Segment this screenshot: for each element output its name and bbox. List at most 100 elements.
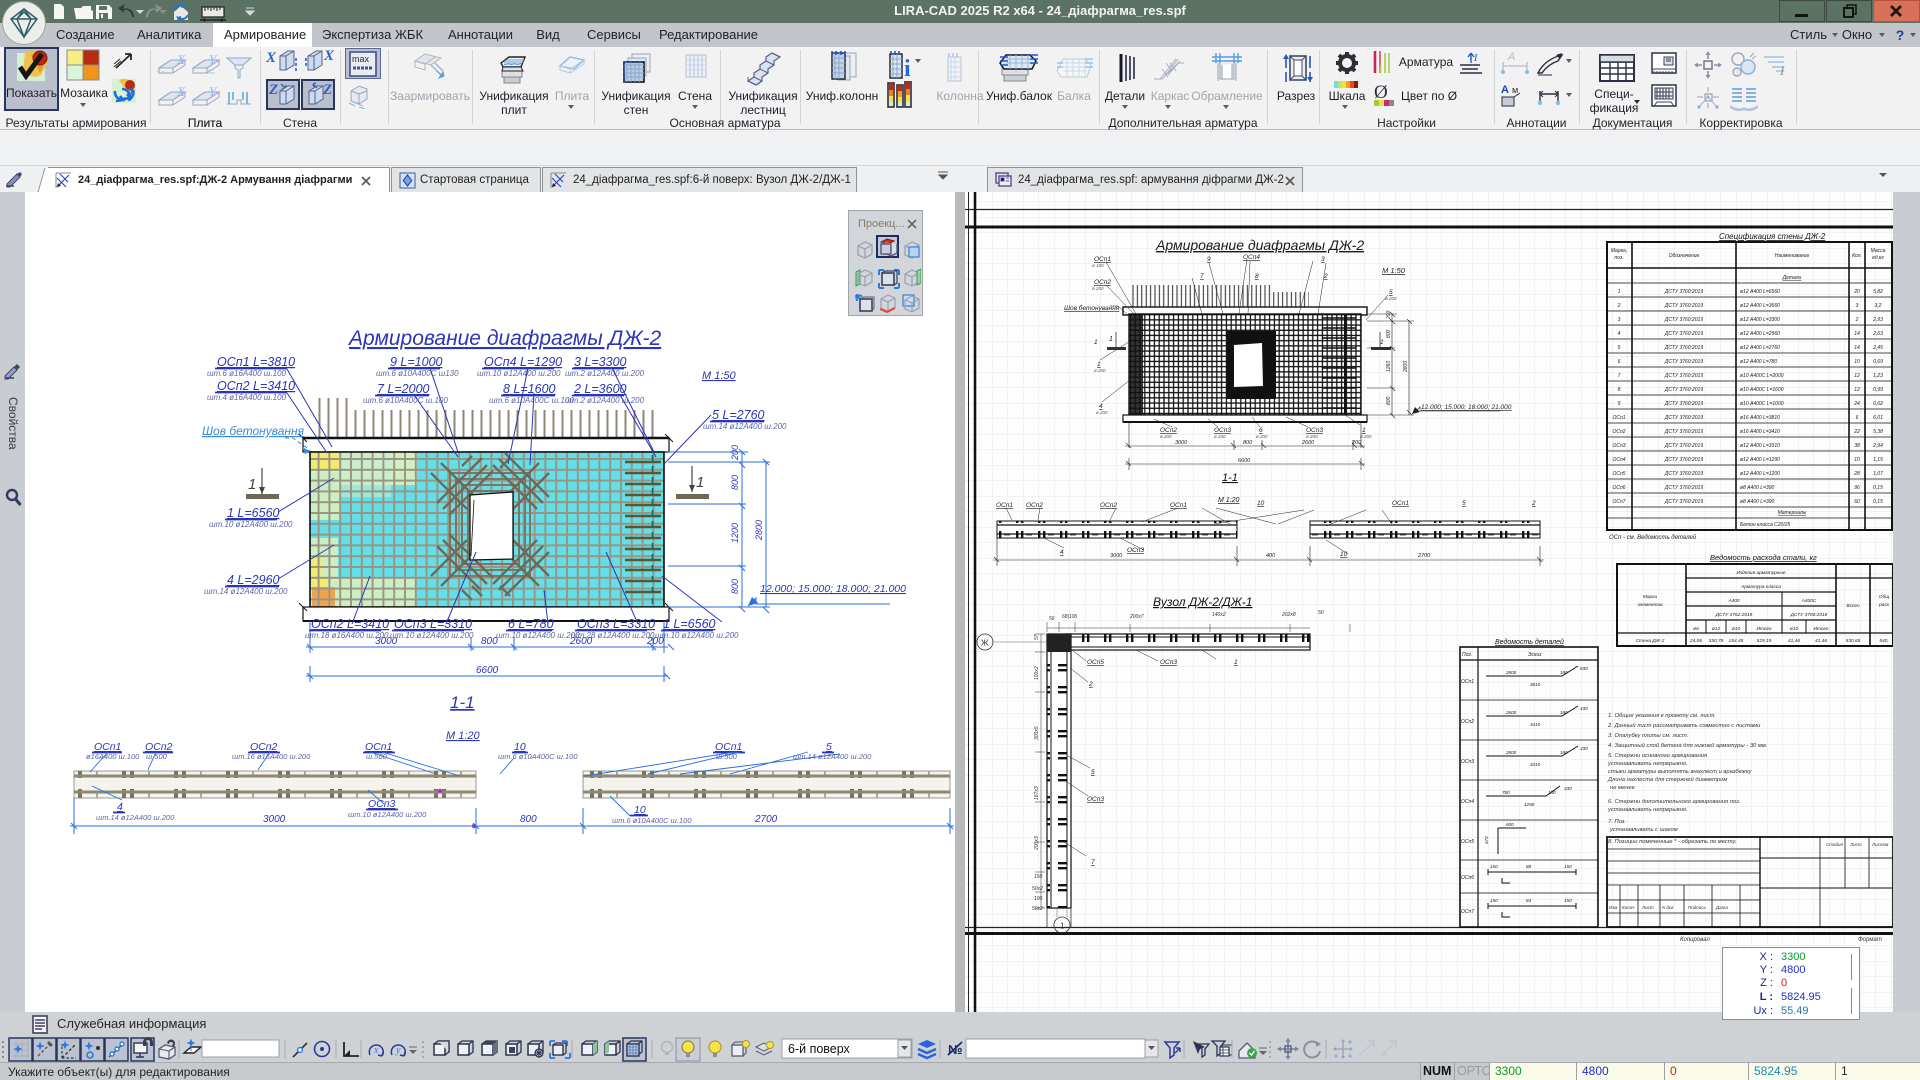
svg-text:ОСп2: ОСп2 [1026,502,1043,509]
svg-text:800: 800 [1243,440,1253,446]
svg-text:ДСТУ 3760:2019: ДСТУ 3760:2019 [1664,289,1703,295]
svg-text:300х5: 300х5 [1034,726,1040,740]
svg-text:1,07: 1,07 [1873,471,1883,477]
svg-text:Ø: Ø [1374,82,1388,103]
svg-text:1: 1 [1380,339,1384,346]
svg-text:38: 38 [1854,443,1860,449]
svg-text:Лист: Лист [1849,842,1862,847]
svg-text:y: y [395,1045,401,1056]
svg-text:А400: А400 [1727,598,1740,604]
svg-text:2600: 2600 [1301,440,1315,446]
svg-text:1 L=6560: 1 L=6560 [227,506,280,520]
svg-text:ø12: ø12 [1712,626,1721,632]
svg-text:ø.200: ø.200 [1160,434,1172,439]
svg-text:шт.10 ø12А400 ш.200: шт.10 ø12А400 ш.200 [655,631,739,640]
svg-text:устанавливать непрерывно.: устанавливать непрерывно. [1607,761,1688,767]
svg-text:ОСп5: ОСп5 [1461,839,1474,845]
svg-text:6600: 6600 [476,665,499,676]
svg-text:1260: 1260 [1386,361,1392,372]
svg-text:ø.200: ø.200 [1306,434,1318,439]
svg-text:430: 430 [1580,706,1588,711]
svg-text:180: 180 [1560,710,1568,715]
svg-text:10: 10 [1340,551,1348,558]
svg-text:780: 780 [1502,790,1510,795]
svg-text:Изм: Изм [1609,905,1617,910]
svg-text:Итого: Итого [1756,626,1771,632]
svg-text:Шов бетонування: Шов бетонування [202,424,305,438]
svg-text:ø.200: ø.200 [1360,434,1372,439]
svg-text:ОСп6: ОСп6 [1612,485,1625,491]
svg-text:шт.6 ø10А400С ш.100: шт.6 ø10А400С ш.100 [489,396,574,405]
svg-text:ø8 А400 L=390: ø8 А400 L=390 [1740,499,1775,505]
svg-text:150: 150 [1490,864,1498,869]
svg-text:830: 830 [1580,666,1588,671]
svg-text:1: 1 [1234,659,1238,666]
svg-text:ОСп3: ОСп3 [1127,547,1144,554]
svg-text:ø6: ø6 [1693,626,1699,632]
svg-text:I: I [1473,53,1478,64]
svg-text:шт.10 ø12А400 ш.200: шт.10 ø12А400 ш.200 [390,631,474,640]
svg-text:20: 20 [1853,289,1860,295]
svg-text:ø16 А400 L=3810: ø16 А400 L=3810 [1740,415,1780,421]
svg-text:ОСп2: ОСп2 [1461,719,1474,725]
svg-text:ø.200: ø.200 [1092,286,1104,291]
svg-text:X: X [176,52,186,67]
svg-text:2600: 2600 [1505,710,1517,715]
svg-text:ø10 А400С L=1600: ø10 А400С L=1600 [1740,387,1784,393]
svg-text:Лист: Лист [1641,905,1654,910]
svg-text:Детали: Детали [1782,275,1802,281]
svg-text:шт.2 ø12А400 ш.200: шт.2 ø12А400 ш.200 [565,369,645,378]
svg-text:22: 22 [1853,429,1860,435]
svg-text:5: 5 [1389,289,1393,296]
svg-text:ДСТУ 3760:2019: ДСТУ 3760:2019 [1664,303,1703,309]
svg-text:9: 9 [1618,401,1621,407]
svg-text:1,15: 1,15 [1873,457,1883,463]
svg-text:1: 1 [1094,339,1098,346]
svg-text:ОСп - см. Ведомость деталей: ОСп - см. Ведомость деталей [1609,534,1697,541]
svg-text:150: 150 [1490,898,1498,903]
svg-text:м: м [1512,85,1518,95]
svg-text:529,19: 529,19 [1757,638,1772,644]
svg-text:2800: 2800 [1505,750,1517,755]
svg-text:180: 180 [1548,790,1556,795]
svg-text:ОСп3: ОСп3 [1612,443,1625,449]
svg-text:180: 180 [1560,750,1568,755]
svg-text:ОСп1: ОСп1 [1392,500,1409,507]
svg-text:шт.6 ø10А400С ш.100: шт.6 ø10А400С ш.100 [498,752,578,761]
svg-text:2,94: 2,94 [1872,443,1883,449]
svg-text:ОСп2: ОСп2 [1100,502,1117,509]
svg-text:6: 6 [1618,359,1621,365]
svg-text:100х2: 100х2 [1034,666,1040,680]
svg-text:200х3: 200х3 [1034,836,1040,851]
svg-text:2,93: 2,93 [1872,317,1883,323]
svg-text:7: 7 [1091,859,1095,866]
svg-text:202х8: 202х8 [1281,612,1296,618]
svg-text:ОСп4: ОСп4 [1243,254,1260,261]
svg-text:6. Стержни дополнительного арм: 6. Стержни дополнительного армирования п… [1608,799,1740,805]
svg-text:ОСп1 L=3810: ОСп1 L=3810 [217,355,295,369]
svg-text:0,62: 0,62 [1873,401,1883,407]
svg-text:3000: 3000 [1110,553,1123,559]
svg-text:100: 100 [1034,896,1043,902]
svg-text:ОСп1: ОСп1 [1170,502,1187,509]
svg-text:5. Стержни основного армирован: 5. Стержни основного армирования [1608,753,1707,759]
svg-text:540,: 540, [1879,638,1888,644]
svg-text:24,06: 24,06 [1689,638,1702,644]
svg-text:Эскиз: Эскиз [1528,652,1542,658]
svg-text:Кол.: Кол. [1852,253,1862,259]
svg-text:4. Защитный слой бетона для ни: 4. Защитный слой бетона для нижней армат… [1608,742,1767,749]
svg-text:28: 28 [1853,471,1860,477]
svg-text:800: 800 [730,579,740,594]
svg-text:41,46: 41,46 [1815,638,1827,644]
svg-text:ОСп3 L=3310: ОСп3 L=3310 [577,617,655,631]
svg-text:8: 8 [1255,273,1259,280]
svg-text:1: 1 [1618,289,1621,295]
svg-text:6600: 6600 [1238,458,1251,464]
svg-text:400: 400 [1266,553,1276,559]
svg-text:расх: расх [1878,603,1890,608]
svg-text:4: 4 [1618,331,1621,337]
svg-text:0,15: 0,15 [1873,485,1883,491]
svg-text:800: 800 [520,814,537,825]
svg-text:шт.10 ø12А400 ш.200: шт.10 ø12А400 ш.200 [477,369,561,378]
svg-text:ø10 А400С L=2000: ø10 А400С L=2000 [1740,373,1784,379]
